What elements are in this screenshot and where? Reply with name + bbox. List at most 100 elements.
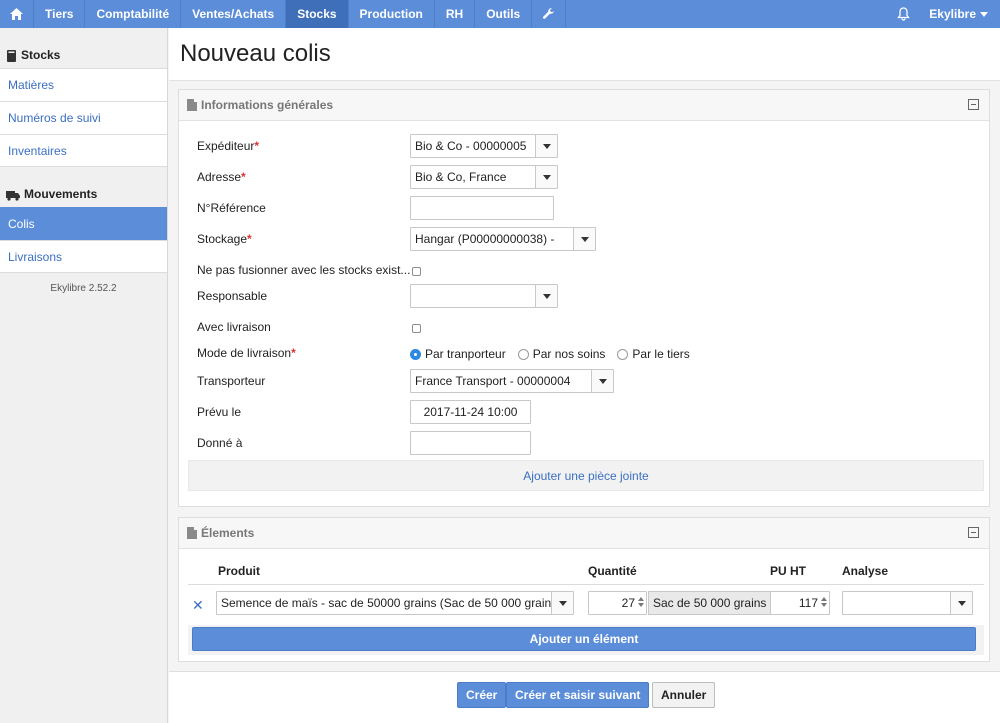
fusion-label: Ne pas fusionner avec les stocks exist..… bbox=[197, 263, 411, 277]
sidebar-section-stocks: Stocks bbox=[0, 28, 167, 68]
app-version: Ekylibre 2.52.2 bbox=[50, 283, 117, 294]
adresse-select[interactable]: Bio & Co, France bbox=[410, 165, 558, 189]
responsable-label: Responsable bbox=[197, 289, 268, 303]
add-element-row: Ajouter un élément bbox=[188, 625, 984, 655]
radio-par-le-tiers[interactable]: Par le tiers bbox=[617, 347, 690, 361]
transporteur-select[interactable]: France Transport - 00000004 bbox=[410, 369, 614, 393]
stepper-icon[interactable] bbox=[638, 597, 644, 607]
prevu-le-input[interactable]: 2017-11-24 10:00 bbox=[410, 400, 531, 424]
quantite-input[interactable]: 27 bbox=[588, 591, 647, 615]
radio-par-transporteur[interactable]: Par tranporteur bbox=[410, 347, 506, 361]
column-header-quantite: Quantité bbox=[588, 564, 637, 578]
quantite-value: 27 bbox=[621, 596, 635, 610]
chevron-down-icon[interactable] bbox=[535, 285, 557, 307]
collapse-icon[interactable] bbox=[968, 99, 979, 110]
produit-value: Semence de maïs - sac de 50000 grains (S… bbox=[221, 596, 562, 610]
prevu-le-label: Prévu le bbox=[197, 405, 242, 419]
nav-tiers[interactable]: Tiers bbox=[34, 0, 86, 28]
home-button[interactable] bbox=[0, 0, 34, 28]
donne-a-input[interactable] bbox=[410, 431, 531, 455]
chevron-down-icon[interactable] bbox=[950, 592, 972, 614]
sidebar-item-numeros-de-suivi[interactable]: Numéros de suivi bbox=[0, 101, 167, 134]
mode-livraison-radios: Par tranporteur Par nos soins Par le tie… bbox=[410, 347, 702, 361]
panel-title: Informations générales bbox=[201, 98, 334, 112]
page-title: Nouveau colis bbox=[180, 40, 331, 67]
expediteur-select[interactable]: Bio & Co - 00000005 bbox=[410, 134, 558, 158]
nav-stocks[interactable]: Stocks bbox=[286, 0, 349, 28]
nav-outils[interactable]: Outils bbox=[475, 0, 533, 28]
stepper-icon[interactable] bbox=[821, 597, 827, 607]
produit-select[interactable]: Semence de maïs - sac de 50000 grains (S… bbox=[216, 591, 574, 615]
sidebar-section-label: Stocks bbox=[21, 48, 61, 62]
sidebar-item-colis[interactable]: Colis bbox=[0, 207, 167, 240]
donne-a-label: Donné à bbox=[197, 436, 243, 450]
panel-title: Élements bbox=[201, 526, 255, 540]
user-name: Ekylibre bbox=[929, 7, 976, 21]
create-and-next-button[interactable]: Créer et saisir suivant bbox=[506, 682, 650, 708]
sidebar-item-livraisons[interactable]: Livraisons bbox=[0, 240, 167, 273]
chevron-down-icon[interactable] bbox=[535, 135, 557, 157]
tools-button[interactable] bbox=[532, 0, 567, 28]
nav-comptabilite[interactable]: Comptabilité bbox=[85, 0, 182, 28]
collapse-icon[interactable] bbox=[968, 527, 979, 538]
document-icon bbox=[187, 99, 197, 111]
general-info-panel: Informations générales Expéditeur * Bio &… bbox=[178, 89, 990, 507]
sidebar-item-inventaires[interactable]: Inventaires bbox=[0, 134, 167, 167]
sidebar-item-matieres[interactable]: Matières bbox=[0, 68, 167, 101]
chevron-down-icon[interactable] bbox=[591, 370, 613, 392]
adresse-label: Adresse * bbox=[197, 170, 246, 184]
responsable-select[interactable] bbox=[410, 284, 558, 308]
add-element-button[interactable]: Ajouter un élément bbox=[192, 627, 976, 651]
add-attachment-link[interactable]: Ajouter une pièce jointe bbox=[188, 460, 984, 491]
user-menu[interactable]: Ekylibre bbox=[921, 7, 1000, 21]
top-navbar: Tiers Comptabilité Ventes/Achats Stocks … bbox=[0, 0, 1000, 28]
nav-production[interactable]: Production bbox=[349, 0, 435, 28]
transporteur-label: Transporteur bbox=[197, 374, 266, 388]
stockage-label: Stockage * bbox=[197, 232, 252, 246]
column-header-analyse: Analyse bbox=[842, 564, 889, 578]
stockage-value: Hangar (P00000000038) - bbox=[415, 232, 555, 246]
create-button[interactable]: Créer bbox=[457, 682, 507, 708]
elements-panel: Élements Produit Quantité PU HT Analyse … bbox=[178, 517, 990, 662]
mode-livraison-label: Mode de livraison * bbox=[197, 346, 296, 360]
expediteur-value: Bio & Co - 00000005 bbox=[415, 139, 527, 153]
document-icon bbox=[187, 527, 197, 539]
chevron-down-icon bbox=[980, 11, 988, 17]
livraison-checkbox[interactable] bbox=[412, 324, 421, 333]
radio-par-nos-soins[interactable]: Par nos soins bbox=[517, 347, 605, 361]
pu-ht-input[interactable]: 117 bbox=[770, 591, 830, 615]
divider bbox=[188, 584, 984, 585]
sidebar: Stocks Matières Numéros de suivi Inventa… bbox=[0, 28, 168, 723]
unit-label: Sac de 50 000 grains bbox=[648, 591, 772, 615]
remove-icon[interactable]: ✕ bbox=[192, 597, 204, 614]
cancel-button[interactable]: Annuler bbox=[652, 682, 716, 708]
adresse-value: Bio & Co, France bbox=[415, 170, 507, 184]
home-icon bbox=[10, 8, 23, 20]
reference-label: N°Référence bbox=[197, 201, 266, 215]
nav-ventes-achats[interactable]: Ventes/Achats bbox=[181, 0, 287, 28]
sidebar-section-mouvements: Mouvements bbox=[0, 167, 167, 207]
panel-header: Élements bbox=[179, 518, 989, 549]
form-actions: Créer Créer et saisir suivant Annuler bbox=[169, 671, 1000, 723]
transporteur-value: France Transport - 00000004 bbox=[415, 374, 571, 388]
wrench-icon bbox=[543, 7, 555, 19]
nav-right: Ekylibre bbox=[885, 0, 1000, 28]
analyse-select[interactable] bbox=[842, 591, 973, 615]
notifications-button[interactable] bbox=[885, 0, 921, 28]
chevron-down-icon[interactable] bbox=[535, 166, 557, 188]
panel-header: Informations générales bbox=[179, 90, 989, 121]
chevron-down-icon[interactable] bbox=[573, 228, 595, 250]
expediteur-label: Expéditeur * bbox=[197, 139, 260, 153]
truck-icon bbox=[6, 191, 20, 201]
fusion-checkbox[interactable] bbox=[412, 267, 421, 276]
stockage-select[interactable]: Hangar (P00000000038) - bbox=[410, 227, 596, 251]
main-content: Nouveau colis Informations générales Exp… bbox=[169, 28, 1000, 723]
column-header-produit: Produit bbox=[218, 564, 260, 578]
livraison-label: Avec livraison bbox=[197, 320, 271, 334]
bell-icon bbox=[896, 7, 910, 21]
book-icon bbox=[7, 50, 16, 62]
nav-rh[interactable]: RH bbox=[435, 0, 476, 28]
chevron-down-icon[interactable] bbox=[551, 592, 573, 614]
main-nav: Tiers Comptabilité Ventes/Achats Stocks … bbox=[0, 0, 567, 28]
reference-input[interactable] bbox=[410, 196, 554, 220]
